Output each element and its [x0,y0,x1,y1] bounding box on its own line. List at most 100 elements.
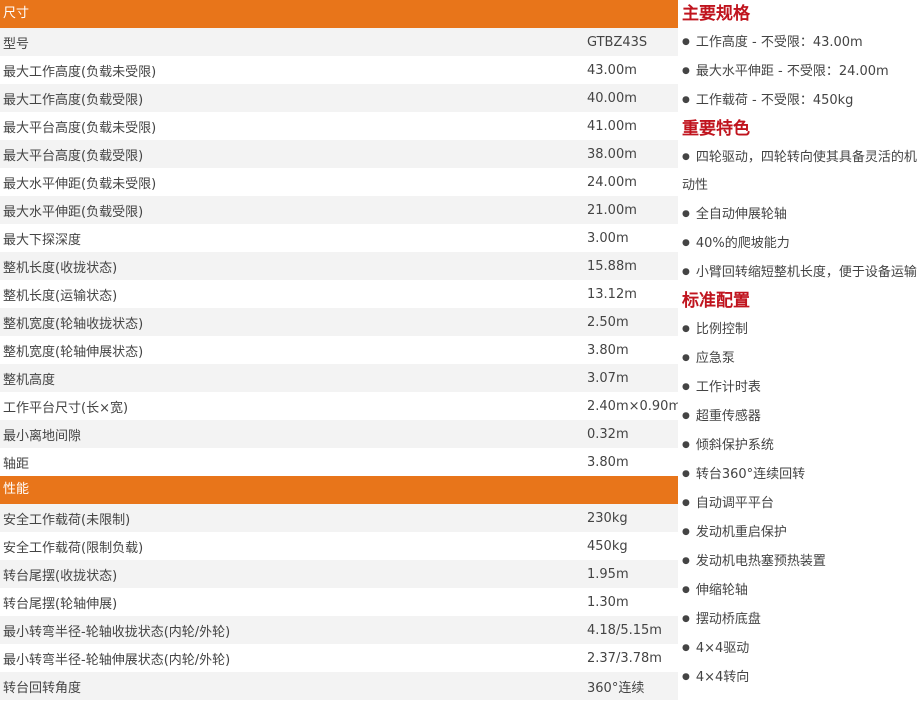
row-label: 最大平台高度(负载未受限) [3,120,157,136]
bullet-text: 自动调平平台 [695,496,774,511]
row-value: 450kg [587,538,628,554]
row-label: 最大水平伸距(负载受限) [3,204,144,220]
table-row: 最小转弯半径-轮轴伸展状态(内轮/外轮) 2.37/3.78m [0,644,678,672]
bullet-text: 工作计时表 [695,380,761,395]
bullet-dot-icon: ● [682,267,690,277]
bullet-text: 工作载荷 - 不受限：450kg [695,93,854,108]
bullet-dot-icon: ● [682,37,690,47]
row-value: 4.18/5.15m [587,622,662,638]
row-label: 最小转弯半径-轮轴伸展状态(内轮/外轮) [3,652,231,668]
bullet-text: 最大水平伸距 - 不受限：24.00m [695,64,889,79]
size-section-header: 尺寸 [0,0,678,28]
row-value: 360°连续 [587,680,645,696]
table-row: 整机宽度(轮轴伸展状态) 3.80m [0,336,678,364]
table-row: 安全工作载荷(未限制) 230kg [0,504,678,532]
bullet-text: 摆动桥底盘 [695,612,761,627]
table-row: 转台回转角度 360°连续 [0,672,678,700]
table-row: 整机宽度(轮轴收拢状态) 2.50m [0,308,678,336]
row-value: 3.80m [587,454,629,470]
row-label: 最大工作高度(负载受限) [3,92,144,108]
row-value: 2.37/3.78m [587,650,662,666]
table-row: 最大水平伸距(负载受限) 21.00m [0,196,678,224]
row-label: 最小转弯半径-轮轴收拢状态(内轮/外轮) [3,624,231,640]
bullet-text: 全自动伸展轮轴 [695,207,787,222]
bullet-item: ● 工作载荷 - 不受限：450kg [682,86,918,115]
bullet-dot-icon: ● [682,152,690,162]
bullet-dot-icon: ● [682,498,690,508]
row-value: 3.80m [587,342,629,358]
main-specs-list: ● 工作高度 - 不受限：43.00m ● 最大水平伸距 - 不受限：24.00m ● 工… [682,28,918,115]
row-label: 转台回转角度 [3,680,82,696]
row-value: 13.12m [587,286,637,302]
bullet-dot-icon: ● [682,382,690,392]
row-label: 安全工作载荷(限制负载) [3,540,144,556]
row-value: GTBZ43S [587,34,648,50]
row-value: 1.30m [587,594,629,610]
row-label: 整机长度(运输状态) [3,288,118,304]
row-value: 21.00m [587,202,637,218]
bullet-item: ● 转台360°连续回转 [682,460,918,489]
bullet-item: ● 四轮驱动，四轮转向使其具备灵活的机动性 [682,143,918,200]
bullet-dot-icon: ● [682,209,690,219]
table-row: 最大水平伸距(负载未受限) 24.00m [0,168,678,196]
table-row: 最小离地间隙 0.32m [0,420,678,448]
bullet-dot-icon: ● [682,353,690,363]
row-label: 轴距 [3,456,30,472]
row-label: 整机宽度(轮轴收拢状态) [3,316,144,332]
bullet-item: ● 4×4转向 [682,663,918,692]
table-row: 最大平台高度(负载未受限) 41.00m [0,112,678,140]
table-row: 最小转弯半径-轮轴收拢状态(内轮/外轮) 4.18/5.15m [0,616,678,644]
table-row: 工作平台尺寸(长×宽) 2.40m×0.90m [0,392,678,420]
key-features-heading: 重要特色 [682,119,750,139]
standard-config-list: ● 比例控制 ● 应急泵 ● 工作计时表 ● 超重传感器 ● 倾斜保护系统 ● 转台360°连续回转 ●… [682,315,918,692]
table-row: 转台尾摆(轮轴伸展) 1.30m [0,588,678,616]
row-value: 0.32m [587,426,629,442]
bullet-item: ● 全自动伸展轮轴 [682,200,918,229]
main-specs-heading: 主要规格 [682,4,750,24]
bullet-text: 发动机电热塞预热装置 [695,554,826,569]
bullet-dot-icon: ● [682,556,690,566]
bullet-text: 工作高度 - 不受限：43.00m [695,35,863,50]
bullet-dot-icon: ● [682,643,690,653]
bullet-item: ● 应急泵 [682,344,918,373]
row-value: 41.00m [587,118,637,134]
row-label: 最大水平伸距(负载未受限) [3,176,157,192]
bullet-item: ● 发动机电热塞预热装置 [682,547,918,576]
bullet-text: 应急泵 [695,351,735,366]
row-label: 转台尾摆(轮轴伸展) [3,596,118,612]
table-row: 最大下探深度 3.00m [0,224,678,252]
row-label: 最大平台高度(负载受限) [3,148,144,164]
bullet-item: ● 自动调平平台 [682,489,918,518]
row-label: 转台尾摆(收拢状态) [3,568,118,584]
bullet-text: 四轮驱动，四轮转向使其具备灵活的机动性 [682,150,917,193]
bullet-dot-icon: ● [682,66,690,76]
spec-table: 尺寸 型号 GTBZ43S 最大工作高度(负载未受限) 43.00m 最大工作高度(负载… [0,0,678,700]
table-row: 整机长度(运输状态) 13.12m [0,280,678,308]
bullet-item: ● 工作计时表 [682,373,918,402]
bullet-item: ● 4×4驱动 [682,634,918,663]
table-row: 安全工作载荷(限制负载) 450kg [0,532,678,560]
bullet-text: 伸缩轮轴 [695,583,748,598]
bullet-item: ● 最大水平伸距 - 不受限：24.00m [682,57,918,86]
row-value: 38.00m [587,146,637,162]
row-label: 最大下探深度 [3,232,82,248]
row-value: 15.88m [587,258,637,274]
bullet-dot-icon: ● [682,672,690,682]
bullet-text: 发动机重启保护 [695,525,787,540]
size-rows: 型号 GTBZ43S 最大工作高度(负载未受限) 43.00m 最大工作高度(负载受限)… [0,28,678,476]
row-label: 安全工作载荷(未限制) [3,512,131,528]
bullet-text: 4×4转向 [695,670,750,685]
table-row: 轴距 3.80m [0,448,678,476]
bullet-dot-icon: ● [682,469,690,479]
row-label: 整机高度 [3,372,56,388]
bullet-item: ● 摆动桥底盘 [682,605,918,634]
row-value: 2.40m×0.90m [587,398,678,414]
table-row: 最大平台高度(负载受限) 38.00m [0,140,678,168]
bullet-item: ● 小臂回转缩短整机长度，便于设备运输 [682,258,918,287]
row-label: 整机宽度(轮轴伸展状态) [3,344,144,360]
bullet-item: ● 40%的爬坡能力 [682,229,918,258]
row-value: 1.95m [587,566,629,582]
row-label: 最小离地间隙 [3,428,82,444]
row-value: 3.00m [587,230,629,246]
bullet-dot-icon: ● [682,585,690,595]
